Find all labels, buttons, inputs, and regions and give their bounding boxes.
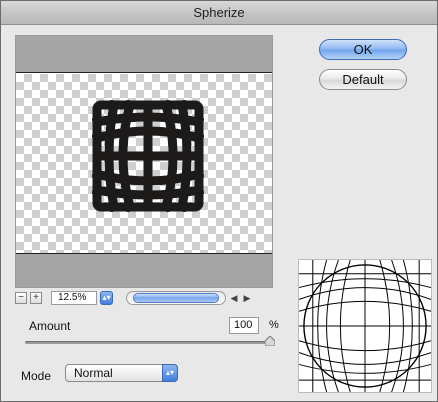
scroll-left-button[interactable]: ◀ — [229, 293, 239, 304]
preview-gray-band-top — [16, 36, 272, 73]
title-bar[interactable]: Spherize — [1, 1, 437, 25]
percent-unit: % — [269, 319, 279, 331]
zoom-controls: − + 12.5% ▴▾ ◀ ▶ — [15, 290, 273, 306]
ok-button[interactable]: OK — [319, 39, 407, 60]
zoom-stepper[interactable]: ▴▾ — [100, 291, 113, 305]
zoom-level-value: 12.5% — [58, 292, 87, 303]
right-arrow-icon: ▶ — [243, 292, 251, 303]
spherized-grid-image — [92, 100, 204, 212]
amount-slider-track[interactable] — [25, 341, 275, 344]
spherize-dialog: Spherize − + 12.5% ▴▾ ◀ ▶ OK Default Amo… — [0, 0, 438, 402]
zoom-level-field[interactable]: 12.5% — [51, 291, 97, 305]
popup-arrows-icon: ▴▾ — [162, 364, 178, 382]
amount-value: 100 — [234, 319, 253, 331]
preview-canvas[interactable] — [15, 35, 273, 288]
plus-icon: + — [33, 292, 39, 303]
zoom-in-button[interactable]: + — [30, 292, 42, 304]
scrollbar-thumb[interactable] — [133, 293, 219, 303]
amount-label: Amount — [29, 319, 71, 333]
amount-slider-thumb[interactable] — [265, 336, 275, 346]
mode-label: Mode — [21, 369, 52, 383]
mode-select[interactable]: Normal ▴▾ — [65, 364, 178, 382]
minus-icon: − — [18, 292, 24, 303]
default-button[interactable]: Default — [319, 69, 407, 90]
scroll-right-button[interactable]: ▶ — [242, 293, 252, 304]
left-arrow-icon: ◀ — [230, 292, 238, 303]
zoom-out-button[interactable]: − — [15, 292, 27, 304]
window-title: Spherize — [193, 5, 245, 20]
amount-field[interactable]: 100 — [229, 317, 259, 334]
preview-gray-band-bottom — [16, 253, 272, 287]
mode-selected-value: Normal — [74, 366, 113, 380]
preview-horizontal-scrollbar[interactable] — [126, 291, 226, 305]
distortion-grid-preview — [298, 259, 432, 393]
stepper-arrows-icon: ▴▾ — [102, 293, 111, 302]
